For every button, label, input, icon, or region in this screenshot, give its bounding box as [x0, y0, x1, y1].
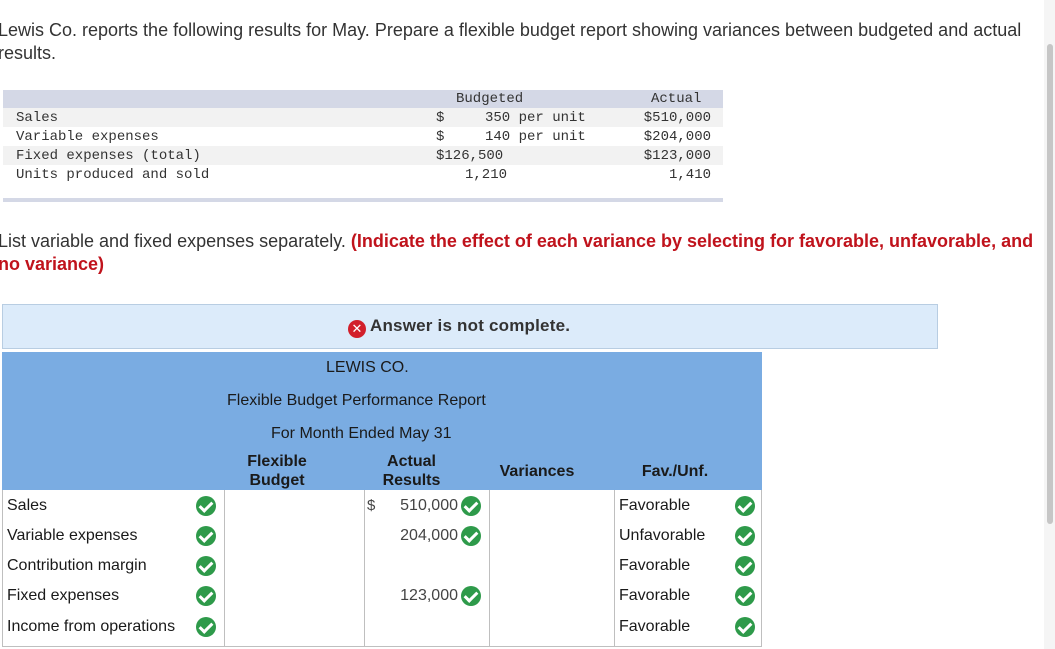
- variance-input[interactable]: [492, 612, 612, 640]
- report-period: For Month Ended May 31: [271, 425, 452, 442]
- variance-input[interactable]: [492, 551, 612, 579]
- check-icon: [461, 586, 481, 606]
- vertical-scrollbar[interactable]: [1044, 0, 1055, 649]
- fav-unf-select[interactable]: Favorable: [619, 497, 690, 515]
- col-header-flexible-budget: Flexible Budget: [247, 453, 307, 489]
- report-company: LEWIS CO.: [326, 359, 409, 376]
- given-row-actual: 1,410: [668, 167, 711, 183]
- given-row-budget: 140 per unit: [485, 129, 586, 145]
- answer-status-banner: ✕ Answer is not complete.: [2, 304, 938, 349]
- given-row-label: Fixed expenses (total): [16, 148, 201, 164]
- instructions: List variable and fixed expenses separat…: [0, 231, 1034, 274]
- given-row-budget: 1,210: [465, 167, 508, 183]
- report-row-label: Fixed expenses: [7, 587, 120, 604]
- flexible-budget-input[interactable]: [227, 581, 361, 609]
- check-icon: [196, 556, 216, 576]
- dollar-sign: $: [367, 497, 376, 514]
- variance-input[interactable]: [492, 581, 612, 609]
- report-row-label: Variable expenses: [7, 527, 138, 544]
- check-icon: [196, 526, 216, 546]
- given-row-label: Variable expenses: [16, 129, 159, 145]
- fav-unf-select[interactable]: Unfavorable: [619, 527, 705, 545]
- variance-input[interactable]: [492, 491, 612, 519]
- check-icon: [735, 526, 755, 546]
- given-data-table: Budgeted Actual Sales $ 350 per unit $51…: [3, 90, 723, 202]
- actual-results-input[interactable]: 123,000: [380, 587, 458, 605]
- given-row-budget: $126,500: [436, 148, 504, 164]
- fav-unf-select[interactable]: Favorable: [619, 557, 690, 575]
- check-icon: [461, 496, 481, 516]
- actual-results-input[interactable]: 510,000: [380, 497, 458, 515]
- problem-intro: Lewis Co. reports the following results …: [0, 20, 1022, 63]
- col-header-variances: Variances: [499, 463, 575, 480]
- flexible-budget-input[interactable]: [227, 612, 361, 640]
- report-row-label: Contribution margin: [7, 557, 147, 574]
- report-title: Flexible Budget Performance Report: [227, 392, 486, 409]
- fav-unf-select[interactable]: Favorable: [619, 587, 690, 605]
- report-row-label: Income from operations: [7, 618, 176, 635]
- check-icon: [196, 617, 216, 637]
- check-icon: [735, 586, 755, 606]
- flexible-budget-input[interactable]: [227, 491, 361, 519]
- col-header-fav-unf: Fav./Unf.: [641, 463, 709, 480]
- given-col-budgeted: Budgeted: [456, 91, 524, 107]
- check-icon: [735, 496, 755, 516]
- given-row-actual: $510,000: [643, 110, 711, 126]
- check-icon: [735, 617, 755, 637]
- check-icon: [196, 496, 216, 516]
- actual-results-input[interactable]: 204,000: [380, 527, 458, 545]
- report-row-label: Sales: [7, 497, 48, 514]
- incorrect-icon: ✕: [348, 320, 366, 338]
- given-header-bar: [3, 90, 723, 108]
- check-icon: [461, 526, 481, 546]
- given-row-budget: 350 per unit: [485, 110, 586, 126]
- flexible-budget-input[interactable]: [227, 521, 361, 549]
- flexible-budget-input[interactable]: [227, 551, 361, 579]
- fav-unf-select[interactable]: Favorable: [619, 618, 690, 636]
- given-row-actual: $123,000: [643, 148, 711, 164]
- variance-input[interactable]: [492, 521, 612, 549]
- given-row-label: Sales: [16, 110, 59, 126]
- scrollbar-thumb[interactable]: [1047, 44, 1053, 524]
- col-header-actual-results: Actual Results: [382, 453, 441, 489]
- given-row-label: Units produced and sold: [16, 167, 210, 183]
- given-row-actual: $204,000: [643, 129, 711, 145]
- answer-status-text: Answer is not complete.: [370, 316, 571, 335]
- check-icon: [196, 586, 216, 606]
- check-icon: [735, 556, 755, 576]
- given-col-actual: Actual: [651, 91, 702, 107]
